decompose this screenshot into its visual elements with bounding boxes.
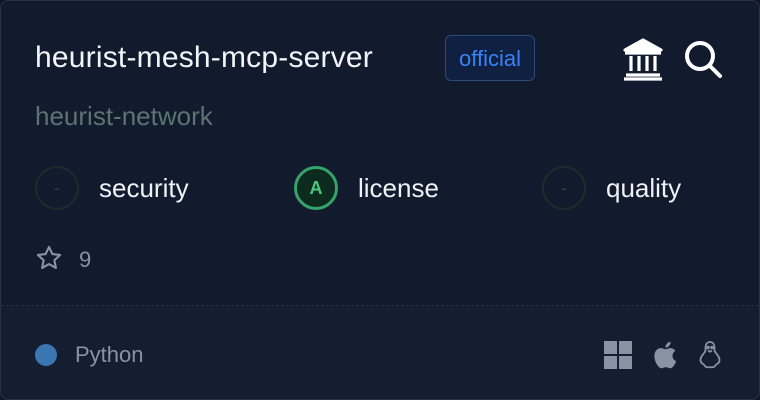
linux-icon: [695, 340, 725, 370]
security-label: security: [99, 172, 189, 203]
quality-label: quality: [606, 172, 682, 203]
quality-grade: -: [542, 166, 586, 210]
card-footer: Python: [1, 306, 759, 399]
license-label: license: [358, 172, 439, 203]
apple-icon: [649, 340, 679, 370]
license-grade: A: [294, 166, 338, 210]
language-name: Python: [75, 342, 144, 367]
official-badge: official: [445, 35, 535, 81]
star-count: 9: [79, 247, 92, 272]
platform-icons: [587, 340, 725, 370]
server-name[interactable]: heurist-mesh-mcp-server: [35, 41, 373, 75]
star-count-row: 9: [35, 243, 91, 277]
bank-icon[interactable]: [621, 37, 665, 81]
score-row: - security A license - quality: [35, 163, 735, 213]
server-card[interactable]: heurist-mesh-mcp-server official heurist…: [0, 0, 760, 400]
language-indicator: Python: [35, 342, 144, 368]
security-score[interactable]: - security: [35, 163, 189, 213]
language-color-dot: [35, 344, 57, 366]
owner-name[interactable]: heurist-network: [35, 101, 213, 132]
quality-score[interactable]: - quality: [542, 163, 681, 213]
license-score[interactable]: A license: [294, 163, 439, 213]
search-icon[interactable]: [681, 37, 725, 81]
star-icon: [35, 244, 63, 277]
windows-icon: [603, 340, 633, 370]
card-header: heurist-mesh-mcp-server official: [35, 35, 725, 85]
security-grade: -: [35, 166, 79, 210]
